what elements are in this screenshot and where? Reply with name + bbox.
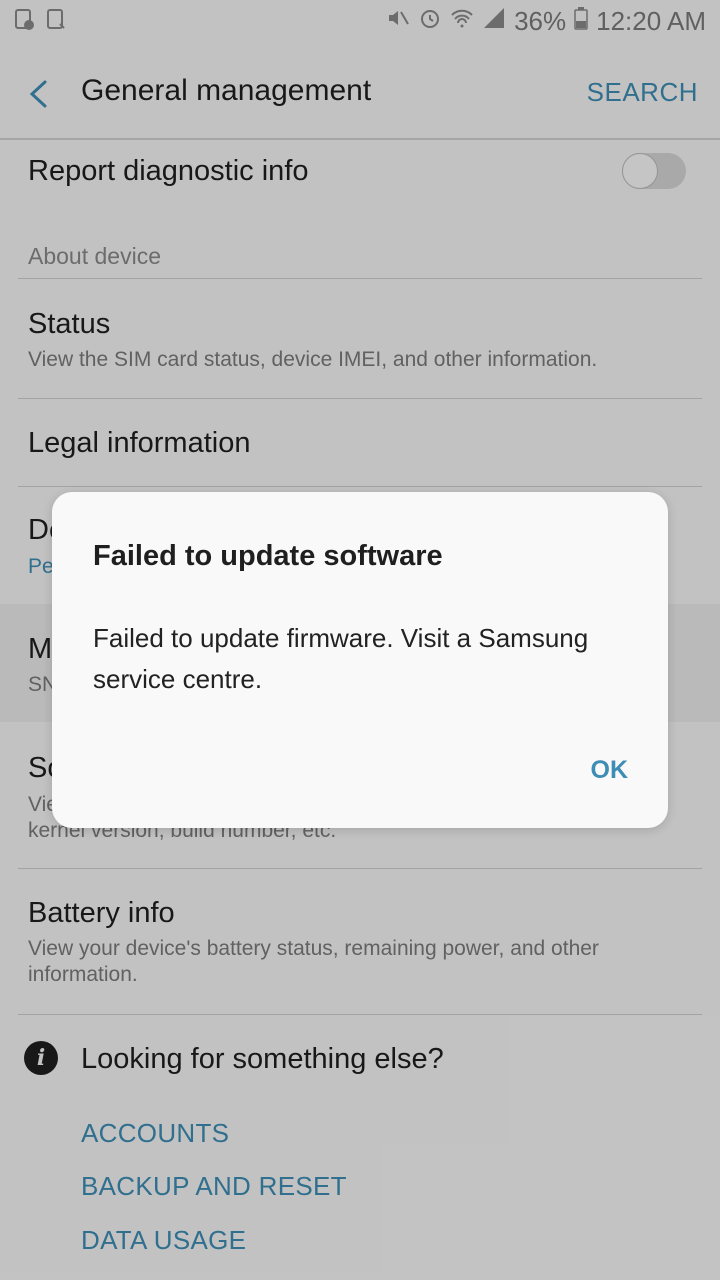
error-dialog: Failed to update software Failed to upda…: [52, 492, 668, 828]
dialog-title: Failed to update software: [93, 540, 443, 572]
dialog-message: Failed to update firmware. Visit a Samsu…: [93, 623, 589, 694]
ok-button[interactable]: OK: [591, 756, 629, 785]
